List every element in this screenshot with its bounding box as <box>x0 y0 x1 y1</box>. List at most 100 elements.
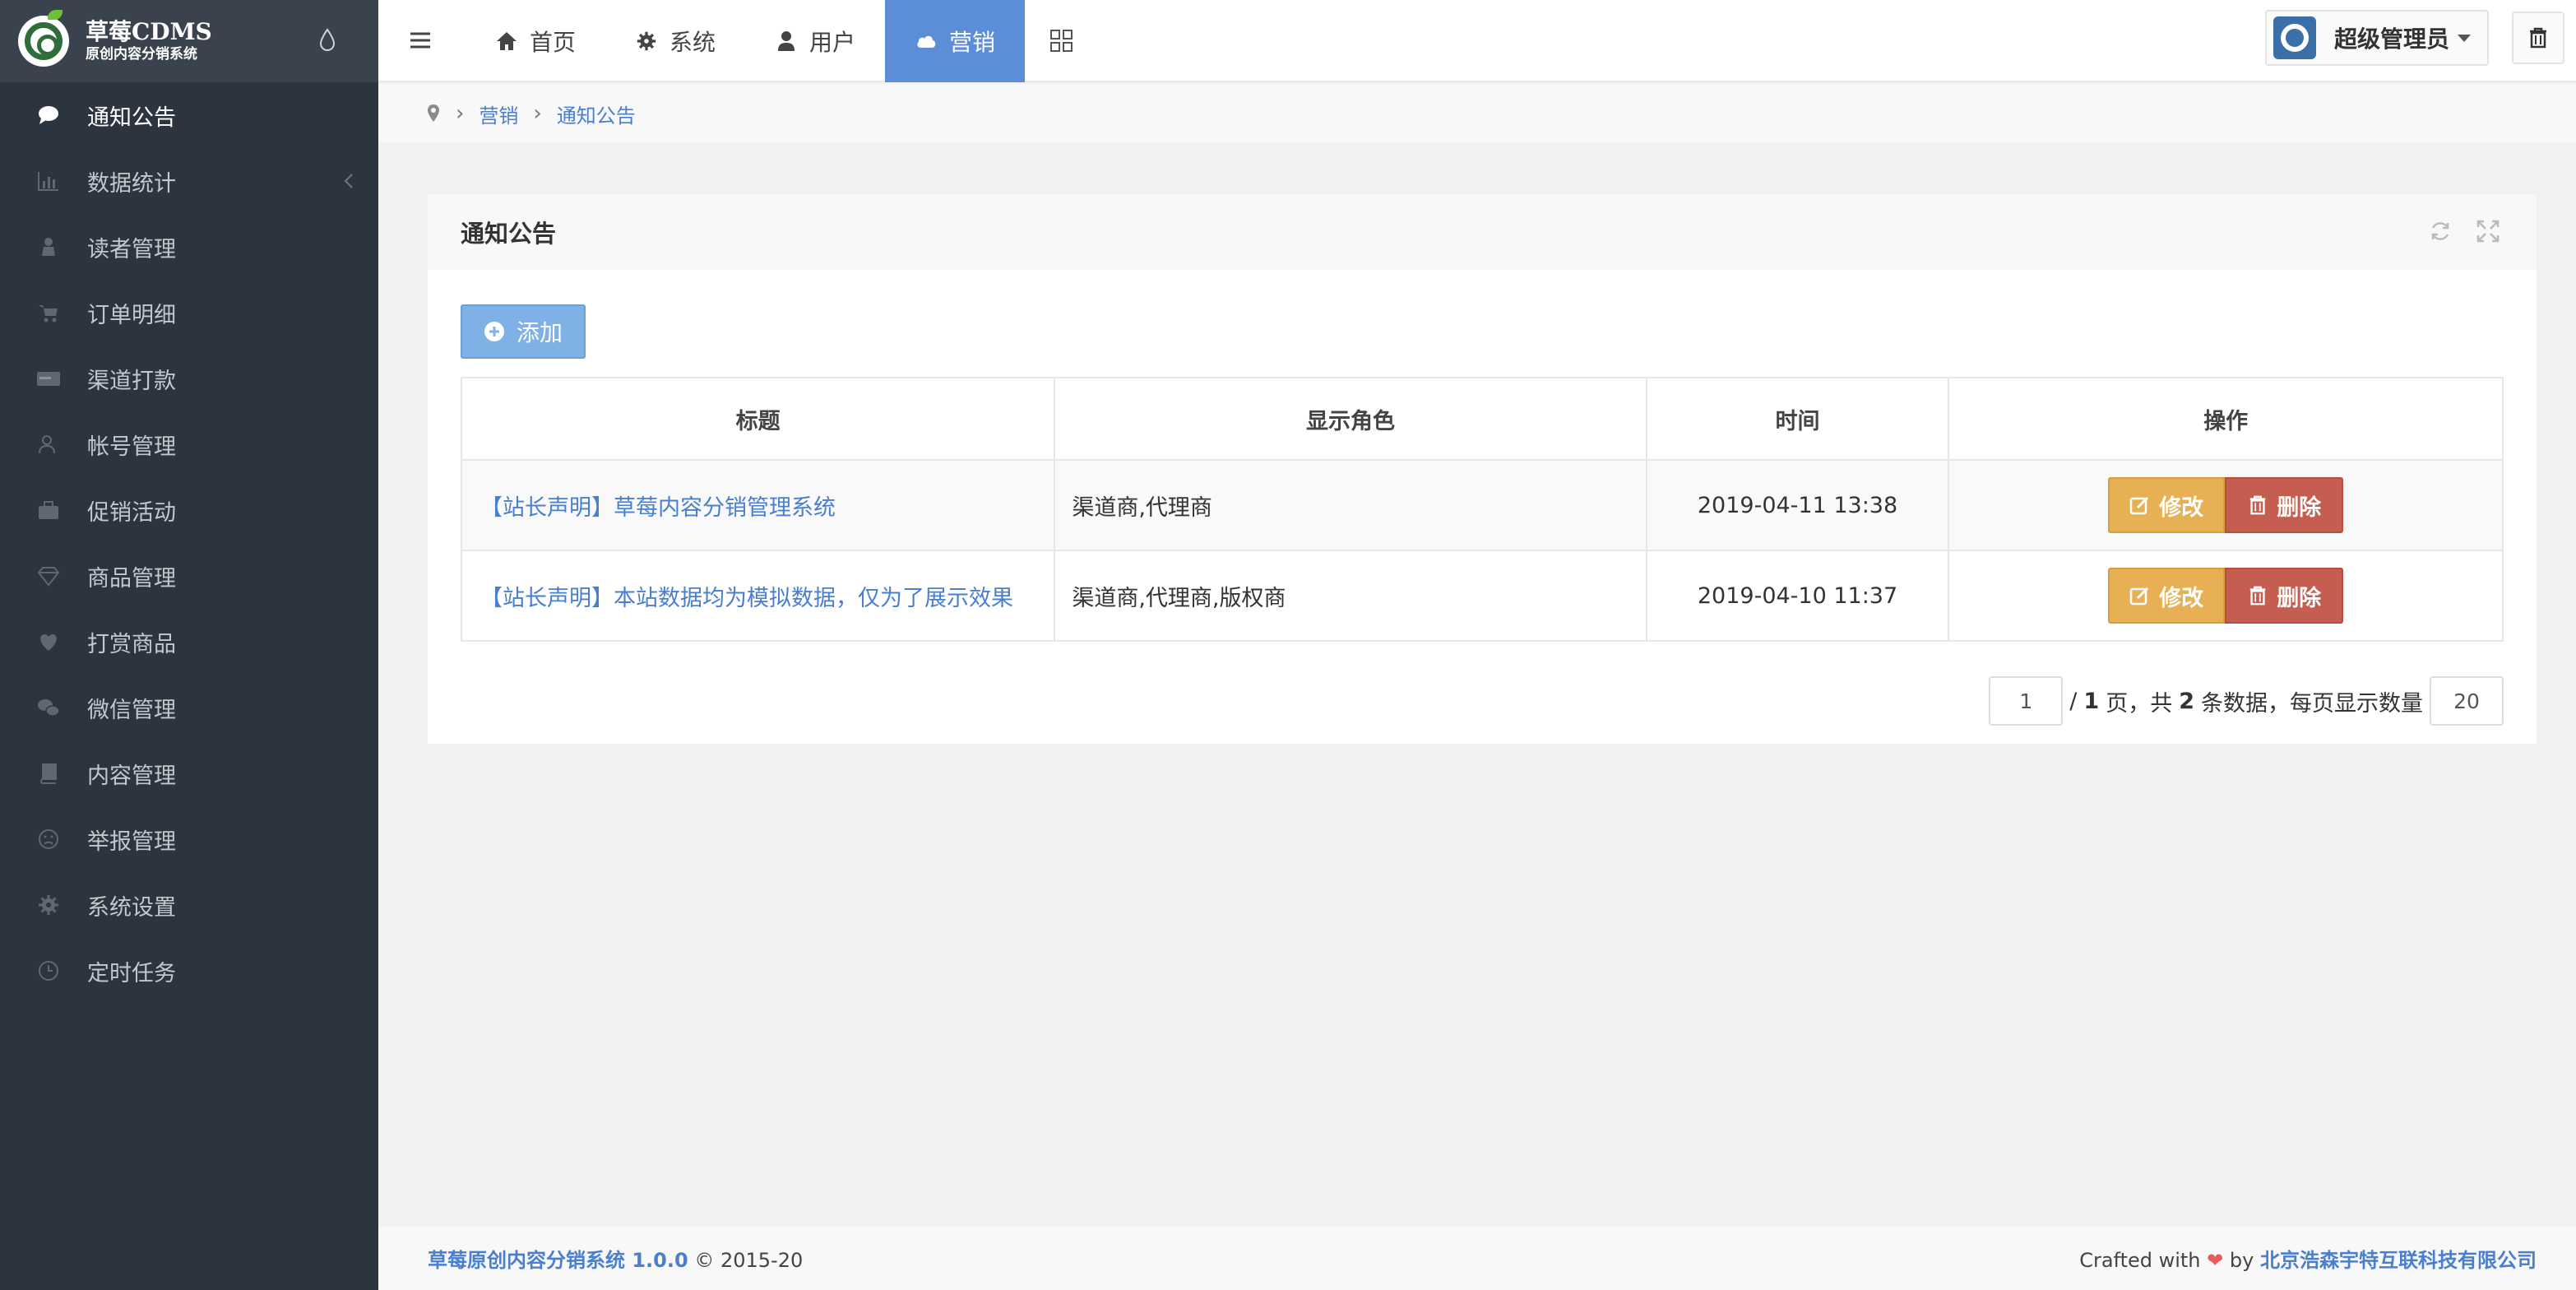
tab-marketing[interactable]: 营销 <box>885 0 1026 82</box>
sidebar-item-wechat[interactable]: 微信管理 <box>0 675 378 740</box>
leaf-icon <box>48 10 63 20</box>
delete-button-label: 删除 <box>2277 585 2322 611</box>
topbar: 首页 系统 用户 营销 超级管理员 <box>378 0 2576 82</box>
footer-crafted: Crafted with <box>2079 1248 2201 1272</box>
footer-copyright: © 2015-20 <box>694 1248 804 1272</box>
grid-icon <box>1050 30 1073 52</box>
panel-tools <box>2428 219 2500 244</box>
notice-table: 标题 显示角色 时间 操作 【站长声明】草莓内容分销管理系统 渠道商,代理商 2… <box>460 377 2504 642</box>
panel-header: 通知公告 <box>428 194 2537 270</box>
tab-users-label: 用户 <box>809 29 856 56</box>
sidebar-item-label: 读者管理 <box>87 236 176 262</box>
plus-circle-icon <box>484 322 504 341</box>
heart-icon: ❤ <box>2207 1248 2224 1272</box>
cloud-icon <box>917 35 936 48</box>
user-menu[interactable]: 超级管理员 <box>2265 10 2489 66</box>
footer-product-link[interactable]: 草莓原创内容分销系统 1.0.0 <box>428 1249 688 1272</box>
notice-title-link[interactable]: 【站长声明】草莓内容分销管理系统 <box>460 459 1056 551</box>
table-row: 【站长声明】本站数据均为模拟数据，仅为了展示效果 渠道商,代理商,版权商 201… <box>460 550 2504 642</box>
comment-icon <box>33 100 64 131</box>
sidebar-item-accounts[interactable]: 帐号管理 <box>0 411 378 477</box>
row-actions: 修改 删除 <box>1948 550 2504 642</box>
sidebar-item-payouts[interactable]: 渠道打款 <box>0 346 378 411</box>
notice-panel: 通知公告 添加 标题 显示角色 时间 操作 【站长声明】草莓内容分销管理系统 渠… <box>428 194 2537 744</box>
avatar <box>2273 16 2316 59</box>
theme-drop-icon[interactable] <box>319 28 336 51</box>
heart-icon <box>33 626 64 657</box>
total-records: 2 <box>2179 688 2194 714</box>
table-header-row: 标题 显示角色 时间 操作 <box>460 377 2504 461</box>
pager-records-text: 条数据，每页显示数量 <box>2201 690 2423 717</box>
sidebar-item-cron[interactable]: 定时任务 <box>0 938 378 1004</box>
menu-toggle-icon[interactable] <box>408 28 433 53</box>
row-actions: 修改 删除 <box>1948 459 2504 551</box>
breadcrumb: › 营销 › 通知公告 <box>378 84 2576 143</box>
apps-grid-button[interactable] <box>1025 0 1099 82</box>
diamond-icon <box>33 560 64 592</box>
pager-pages-text: 页，共 <box>2106 690 2173 717</box>
footer-company-link[interactable]: 北京浩森宇特互联科技有限公司 <box>2260 1249 2537 1272</box>
delete-button[interactable]: 删除 <box>2225 477 2344 533</box>
edit-button[interactable]: 修改 <box>2108 477 2226 533</box>
sidebar-item-reports[interactable]: 举报管理 <box>0 806 378 872</box>
sidebar-item-notice[interactable]: 通知公告 <box>0 82 378 148</box>
caret-down-icon <box>2458 34 2472 42</box>
tab-users[interactable]: 用户 <box>745 0 885 82</box>
reader-icon <box>33 231 64 262</box>
sidebar-item-label: 订单明细 <box>87 302 176 328</box>
tab-system[interactable]: 系统 <box>605 0 745 82</box>
sidebar-item-label: 通知公告 <box>87 104 176 131</box>
chevron-left-icon <box>344 174 353 188</box>
sidebar-menu: 通知公告 数据统计 读者管理 订单明细 渠道打款 帐号管理 促销活动 商品管理 … <box>0 82 378 1004</box>
footer-by: by <box>2229 1248 2254 1272</box>
tab-marketing-label: 营销 <box>949 29 996 56</box>
sidebar-item-orders[interactable]: 订单明细 <box>0 280 378 346</box>
sidebar-item-label: 定时任务 <box>87 960 176 986</box>
sidebar-item-content[interactable]: 内容管理 <box>0 740 378 806</box>
add-button[interactable]: 添加 <box>461 304 586 359</box>
brand[interactable]: 草莓CDMS 原创内容分销系统 <box>0 0 378 82</box>
trash-icon <box>2249 495 2266 515</box>
sidebar-item-readers[interactable]: 读者管理 <box>0 214 378 280</box>
card-icon <box>33 363 64 394</box>
notice-time: 2019-04-10 11:37 <box>1645 550 1950 642</box>
pager-sep: / <box>2069 688 2078 714</box>
brand-logo <box>18 16 69 67</box>
page-number-input[interactable] <box>1989 676 2064 726</box>
cart-icon <box>33 297 64 328</box>
sidebar-item-products[interactable]: 商品管理 <box>0 543 378 609</box>
sidebar-item-label: 举报管理 <box>87 828 176 855</box>
tab-system-label: 系统 <box>669 29 716 56</box>
brand-subtitle: 原创内容分销系统 <box>86 46 197 63</box>
sidebar-item-rewards[interactable]: 打赏商品 <box>0 609 378 675</box>
sidebar-item-label: 微信管理 <box>87 697 176 723</box>
edit-button[interactable]: 修改 <box>2108 568 2226 624</box>
gear-icon <box>33 889 64 921</box>
breadcrumb-separator: › <box>456 101 465 126</box>
clock-icon <box>33 955 64 986</box>
edit-button-label: 修改 <box>2159 494 2204 521</box>
column-header-title[interactable]: 标题 <box>460 377 1056 461</box>
home-icon <box>497 32 517 50</box>
column-header-time[interactable]: 时间 <box>1645 377 1950 461</box>
fullscreen-icon[interactable] <box>2476 219 2500 244</box>
sidebar-item-promotions[interactable]: 促销活动 <box>0 477 378 543</box>
breadcrumb-notice[interactable]: 通知公告 <box>557 100 636 128</box>
clear-cache-button[interactable] <box>2512 12 2564 64</box>
notice-time: 2019-04-11 13:38 <box>1645 459 1950 551</box>
column-header-roles[interactable]: 显示角色 <box>1054 377 1647 461</box>
briefcase-icon <box>33 494 64 526</box>
book-icon <box>33 758 64 789</box>
sidebar-item-label: 内容管理 <box>87 763 176 789</box>
delete-button[interactable]: 删除 <box>2225 568 2344 624</box>
notice-roles: 渠道商,代理商,版权商 <box>1054 550 1647 642</box>
tab-home[interactable]: 首页 <box>466 0 605 82</box>
notice-title-link[interactable]: 【站长声明】本站数据均为模拟数据，仅为了展示效果 <box>460 550 1056 642</box>
refresh-icon[interactable] <box>2428 219 2453 244</box>
page-size-input[interactable] <box>2430 676 2504 726</box>
sidebar-item-stats[interactable]: 数据统计 <box>0 148 378 214</box>
breadcrumb-marketing[interactable]: 营销 <box>479 100 518 128</box>
trash-icon <box>2530 27 2546 49</box>
sidebar-item-settings[interactable]: 系统设置 <box>0 872 378 938</box>
sidebar-item-label: 帐号管理 <box>87 434 176 460</box>
